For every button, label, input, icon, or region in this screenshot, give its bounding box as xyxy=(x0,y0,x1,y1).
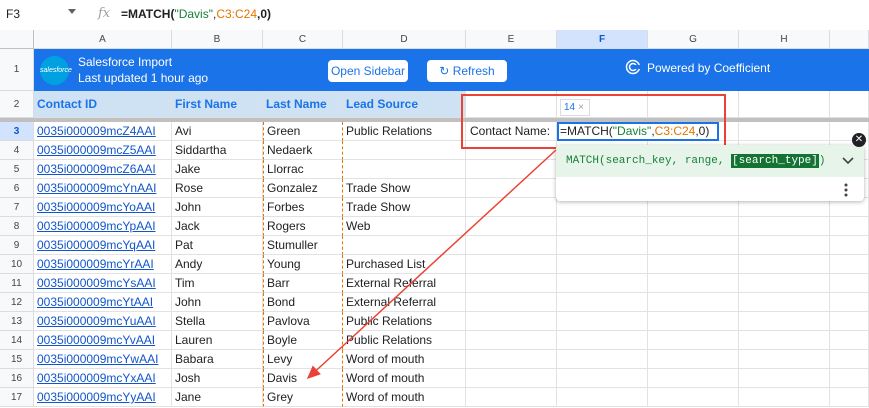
annotation-arrow xyxy=(306,149,557,380)
